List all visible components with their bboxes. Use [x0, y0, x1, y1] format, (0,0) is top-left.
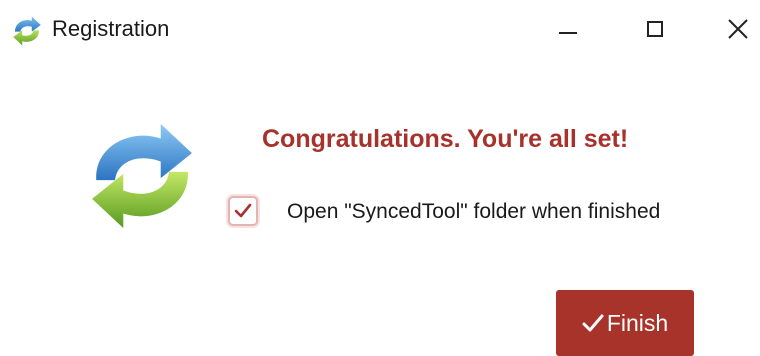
window-title: Registration	[52, 16, 170, 41]
maximize-icon	[647, 21, 663, 37]
congratulations-heading: Congratulations. You're all set!	[262, 125, 629, 153]
minimize-button[interactable]	[537, 0, 599, 58]
open-folder-checkbox[interactable]	[228, 196, 258, 226]
finish-button-label: Finish	[606, 309, 669, 336]
checkmark-icon	[234, 203, 252, 218]
finish-button[interactable]: Finish	[556, 290, 694, 356]
maximize-button[interactable]	[624, 0, 686, 58]
checkmark-icon	[582, 313, 604, 333]
title-bar[interactable]: Registration	[0, 0, 760, 58]
open-folder-label[interactable]: Open "SyncedTool" folder when finished	[287, 198, 660, 226]
minimize-icon	[559, 32, 577, 34]
sync-arrows-icon	[92, 124, 192, 228]
registration-window: Registration Congratulations. You're all…	[0, 0, 760, 356]
sync-arrows-icon	[13, 16, 41, 46]
close-icon	[728, 19, 748, 39]
close-button[interactable]	[716, 0, 760, 58]
